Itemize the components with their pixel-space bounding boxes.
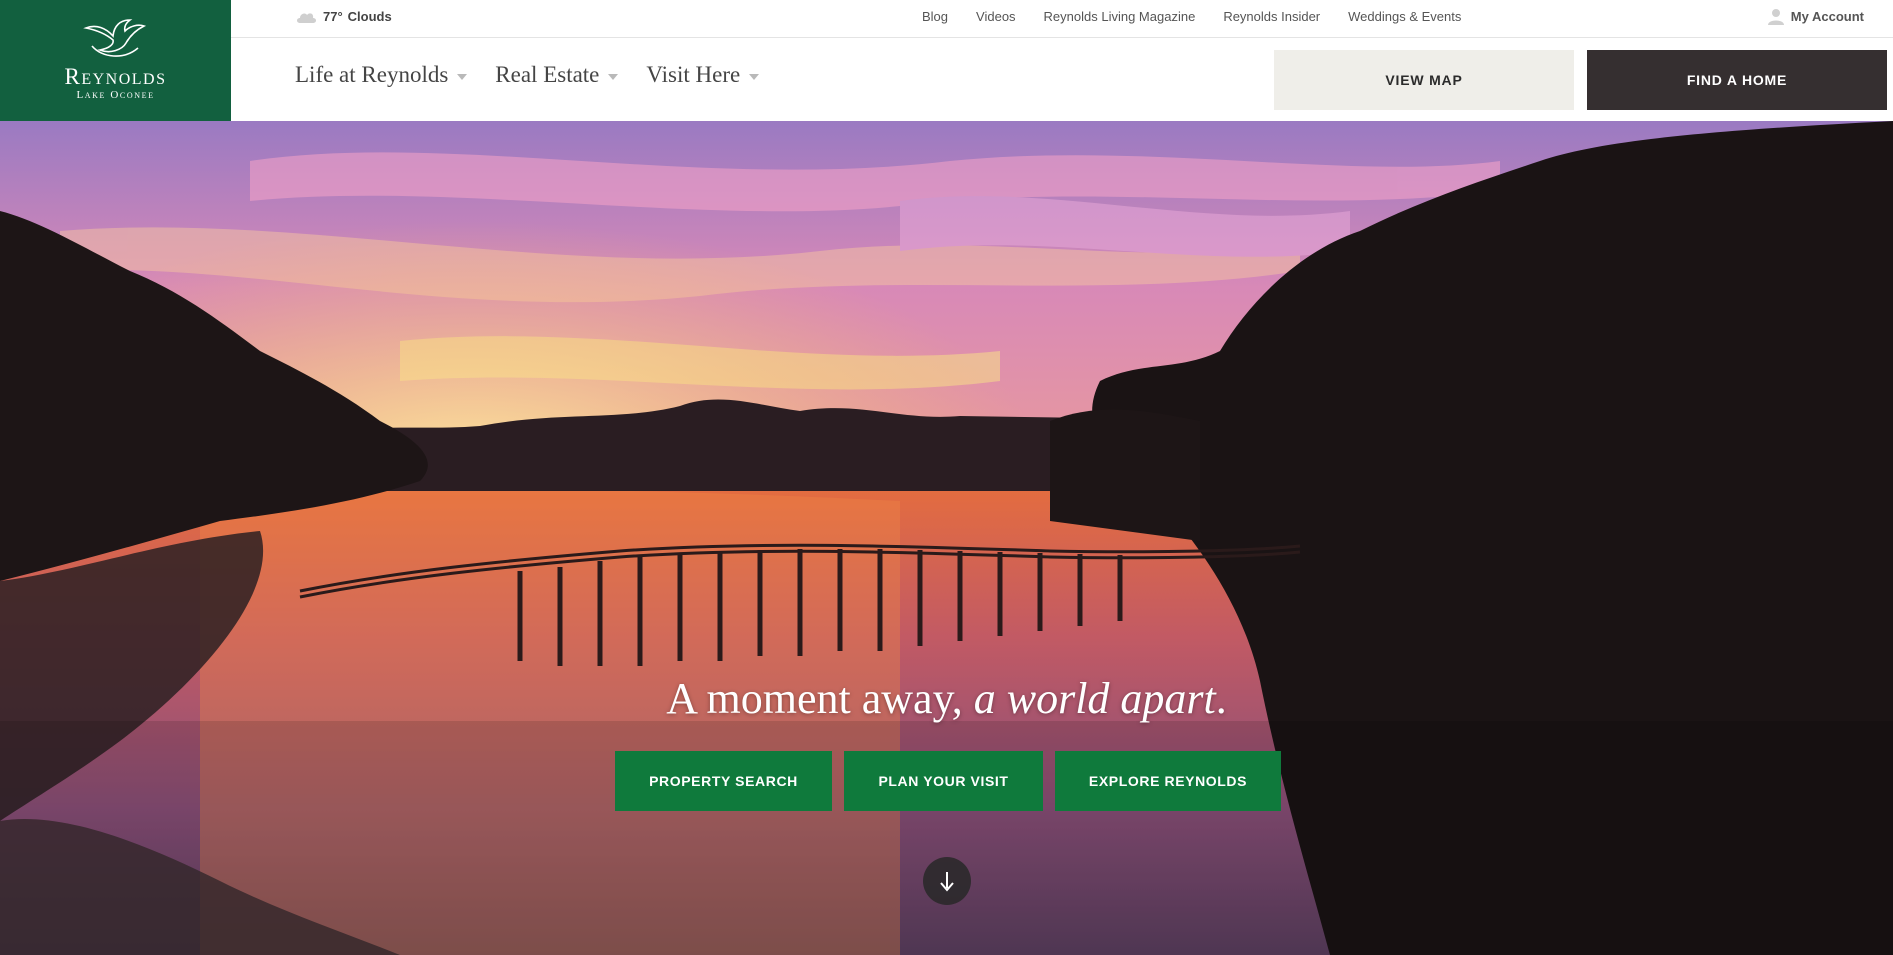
site-logo[interactable]: Reynolds Lake Oconee — [0, 0, 231, 121]
utility-bar: 77° Clouds Blog Videos Reynolds Living M… — [231, 0, 1893, 38]
caret-down-icon — [749, 73, 760, 80]
link-blog[interactable]: Blog — [922, 9, 948, 24]
bird-logo-icon — [83, 19, 147, 57]
user-icon — [1767, 9, 1784, 25]
nav-item-label: Life at Reynolds — [295, 62, 449, 87]
link-weddings-events[interactable]: Weddings & Events — [1348, 9, 1461, 24]
scroll-down-button[interactable] — [923, 857, 971, 905]
headline-end: . — [1215, 674, 1227, 723]
nav-item-label: Visit Here — [646, 62, 741, 87]
explore-reynolds-button[interactable]: EXPLORE REYNOLDS — [1055, 751, 1281, 811]
weather-condition: Clouds — [347, 9, 392, 24]
plan-your-visit-button[interactable]: PLAN YOUR VISIT — [844, 751, 1043, 811]
link-insider[interactable]: Reynolds Insider — [1223, 9, 1320, 24]
link-videos[interactable]: Videos — [976, 9, 1016, 24]
logo-subtitle: Lake Oconee — [76, 89, 155, 101]
arrow-down-icon — [940, 872, 954, 892]
utility-links: Blog Videos Reynolds Living Magazine Rey… — [922, 9, 1461, 24]
logo-brand: Reynolds — [64, 64, 167, 89]
hero-cta-group: PROPERTY SEARCH PLAN YOUR VISIT EXPLORE … — [615, 751, 1281, 811]
nav-item-life-at-reynolds[interactable]: Life at Reynolds — [295, 62, 468, 88]
nav-item-visit-here[interactable]: Visit Here — [646, 62, 760, 88]
find-a-home-button[interactable]: FIND A HOME — [1587, 50, 1887, 110]
nav-item-real-estate[interactable]: Real Estate — [495, 62, 619, 88]
headline-plain: A moment away, — [666, 674, 963, 723]
my-account-link[interactable]: My Account — [1767, 7, 1864, 25]
hero-section: A moment away, a world apart. PROPERTY S… — [0, 121, 1893, 955]
nav-menu: Life at Reynolds Real Estate Visit Here — [295, 62, 760, 88]
account-label: My Account — [1790, 8, 1864, 24]
main-nav: Life at Reynolds Real Estate Visit Here … — [231, 38, 1893, 121]
view-map-button[interactable]: VIEW MAP — [1274, 50, 1574, 110]
headline-italic: a world apart — [973, 674, 1216, 723]
link-living-magazine[interactable]: Reynolds Living Magazine — [1044, 9, 1196, 24]
caret-down-icon — [608, 73, 619, 80]
caret-down-icon — [457, 73, 468, 80]
cloud-icon — [297, 12, 316, 23]
nav-item-label: Real Estate — [495, 62, 600, 87]
hero-background-image — [0, 121, 1893, 955]
weather-widget: 77° Clouds — [295, 9, 392, 24]
property-search-button[interactable]: PROPERTY SEARCH — [615, 751, 832, 811]
hero-headline: A moment away, a world apart. — [0, 673, 1893, 724]
weather-temp: 77° — [323, 9, 343, 24]
